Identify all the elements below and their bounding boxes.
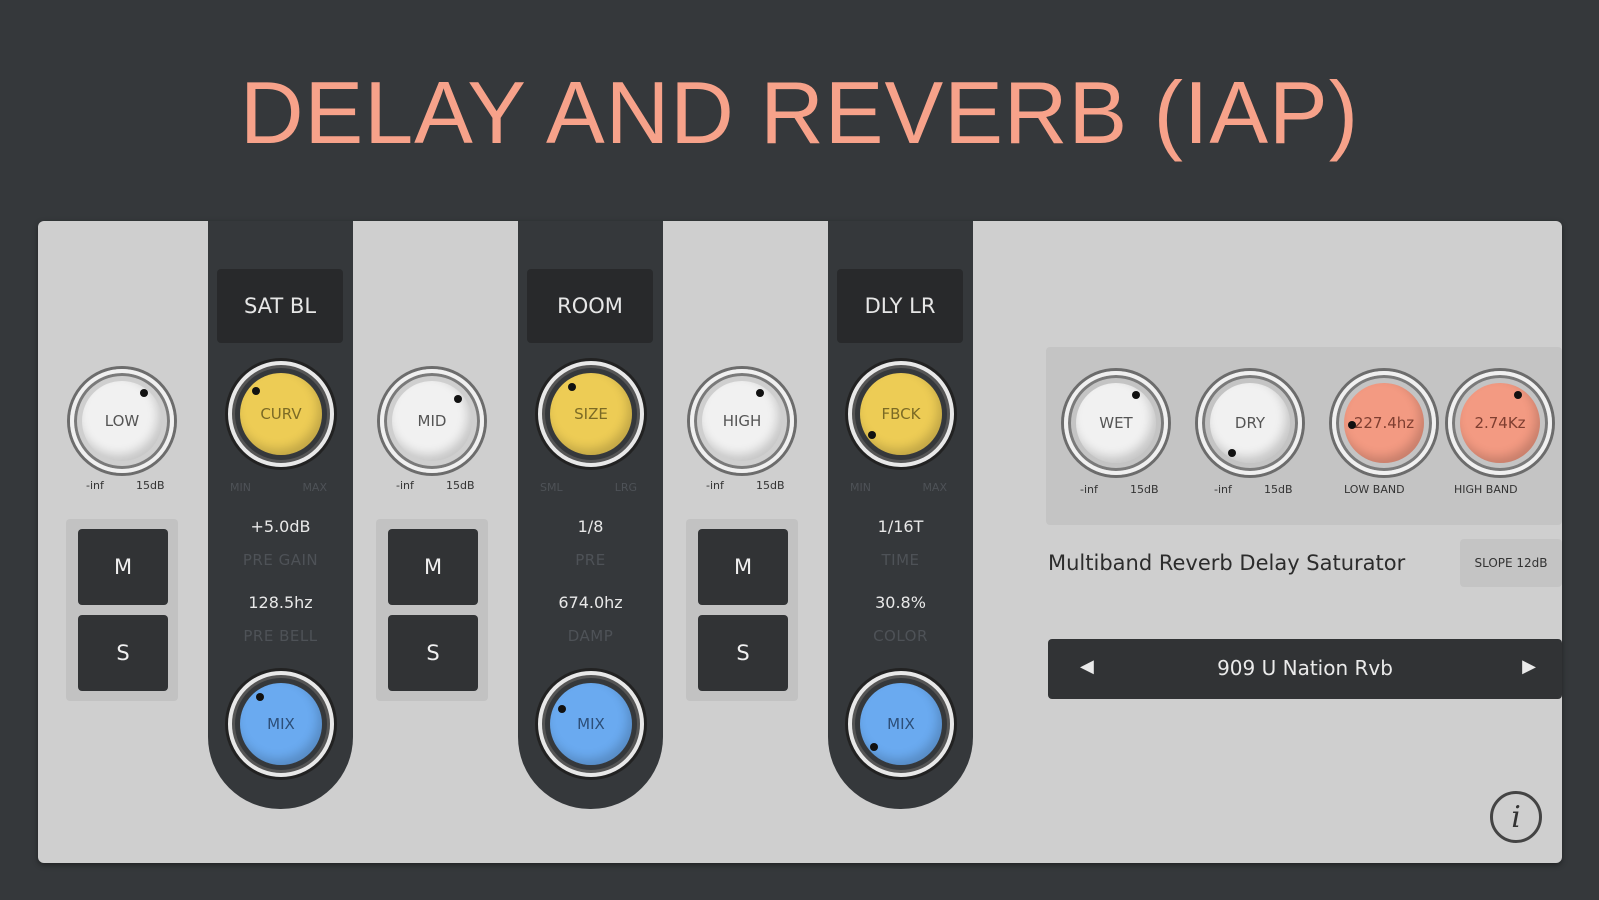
product-name: Multiband Reverb Delay Saturator	[1048, 551, 1406, 575]
feedback-max-label: MAX	[922, 481, 947, 494]
slope-button[interactable]: SLOPE 12dB	[1460, 539, 1562, 587]
next-preset-arrow-icon[interactable]: ▶	[1522, 656, 1536, 677]
knob-indicator	[1132, 391, 1140, 399]
color-value[interactable]: 30.8%	[828, 593, 973, 612]
dry-max-label: 15dB	[1264, 483, 1293, 496]
low-mute-button[interactable]: M	[78, 529, 168, 605]
low-band-caption: LOW BAND	[1344, 483, 1405, 496]
info-icon[interactable]: i	[1490, 791, 1542, 843]
high-mute-button[interactable]: M	[698, 529, 788, 605]
high-solo-button[interactable]: S	[698, 615, 788, 691]
knob-indicator	[252, 387, 260, 395]
curve-max-label: MAX	[302, 481, 327, 494]
pre-delay-caption: PRE	[575, 551, 606, 569]
pre-bell-caption: PRE BELL	[243, 627, 318, 645]
size-max-label: LRG	[614, 481, 637, 494]
low-gain-knob[interactable]: LOW	[70, 369, 174, 473]
saturator-strip: SAT BL CURV MIN MAX +5.0dB PRE GAIN 128.…	[208, 221, 353, 809]
delay-strip: DLY LR FBCK MIN MAX 1/16T TIME 30.8% COL…	[828, 221, 973, 809]
low-solo-button[interactable]: S	[78, 615, 168, 691]
wet-knob[interactable]: WET	[1064, 371, 1168, 475]
reverb-mode-button[interactable]: ROOM	[527, 269, 653, 343]
knob-indicator	[1228, 449, 1236, 457]
high-band-value: 2.74Kz	[1460, 383, 1540, 463]
low-mute-solo-group: M S	[66, 519, 178, 701]
mix-knob-label: MIX	[860, 683, 942, 765]
size-min-label: SML	[540, 481, 563, 494]
knob-indicator	[454, 395, 462, 403]
delay-mode-button[interactable]: DLY LR	[837, 269, 963, 343]
high-mute-solo-group: M S	[686, 519, 798, 701]
dry-min-label: -inf	[1214, 483, 1232, 496]
high-band-caption: HIGH BAND	[1454, 483, 1518, 496]
wet-knob-label: WET	[1076, 383, 1156, 463]
page-title: DELAY AND REVERB (IAP)	[239, 63, 1360, 162]
curve-knob-label: CURV	[240, 373, 322, 455]
delay-time-value[interactable]: 1/16T	[828, 517, 973, 536]
size-knob[interactable]: SIZE	[538, 361, 644, 467]
dry-knob-label: DRY	[1210, 383, 1290, 463]
reverb-mix-knob[interactable]: MIX	[538, 671, 644, 777]
mix-knob-label: MIX	[240, 683, 322, 765]
reverb-strip: ROOM SIZE SML LRG 1/8 PRE 674.0hz DAMP M…	[518, 221, 663, 809]
delay-time-caption: TIME	[881, 551, 920, 569]
low-knob-label: LOW	[82, 381, 162, 461]
mix-knob-label: MIX	[550, 683, 632, 765]
knob-indicator	[256, 693, 264, 701]
low-min-label: -inf	[86, 479, 104, 492]
damp-value[interactable]: 674.0hz	[518, 593, 663, 612]
mid-solo-button[interactable]: S	[388, 615, 478, 691]
low-band-value: 227.4hz	[1344, 383, 1424, 463]
feedback-min-label: MIN	[850, 481, 871, 494]
curve-knob[interactable]: CURV	[228, 361, 334, 467]
high-band-knob[interactable]: 2.74Kz	[1448, 371, 1552, 475]
knob-indicator	[1348, 421, 1356, 429]
pre-delay-value[interactable]: 1/8	[518, 517, 663, 536]
pre-gain-caption: PRE GAIN	[242, 551, 319, 569]
wet-max-label: 15dB	[1130, 483, 1159, 496]
curve-min-label: MIN	[230, 481, 251, 494]
damp-caption: DAMP	[567, 627, 614, 645]
high-knob-label: HIGH	[702, 381, 782, 461]
mid-mute-solo-group: M S	[376, 519, 488, 701]
size-knob-label: SIZE	[550, 373, 632, 455]
feedback-knob[interactable]: FBCK	[848, 361, 954, 467]
high-min-label: -inf	[706, 479, 724, 492]
saturator-mix-knob[interactable]: MIX	[228, 671, 334, 777]
mid-min-label: -inf	[396, 479, 414, 492]
pre-bell-value[interactable]: 128.5hz	[208, 593, 353, 612]
mid-knob-label: MID	[392, 381, 472, 461]
pre-gain-value[interactable]: +5.0dB	[208, 517, 353, 536]
feedback-knob-label: FBCK	[860, 373, 942, 455]
plugin-panel: LOW -inf 15dB M S SAT BL CURV MIN MAX +5…	[38, 221, 1562, 863]
saturator-mode-button[interactable]: SAT BL	[217, 269, 343, 343]
low-max-label: 15dB	[136, 479, 165, 492]
preset-name[interactable]: 909 U Nation Rvb	[1048, 656, 1562, 680]
mid-gain-knob[interactable]: MID	[380, 369, 484, 473]
knob-indicator	[868, 431, 876, 439]
knob-indicator	[140, 389, 148, 397]
mid-mute-button[interactable]: M	[388, 529, 478, 605]
wet-min-label: -inf	[1080, 483, 1098, 496]
color-caption: COLOR	[873, 627, 928, 645]
knob-indicator	[1514, 391, 1522, 399]
mid-max-label: 15dB	[446, 479, 475, 492]
knob-indicator	[568, 383, 576, 391]
output-knob-group: WET -inf 15dB DRY -inf 15dB 227.4hz LOW …	[1046, 347, 1562, 525]
knob-indicator	[558, 705, 566, 713]
high-gain-knob[interactable]: HIGH	[690, 369, 794, 473]
knob-indicator	[756, 389, 764, 397]
low-band-knob[interactable]: 227.4hz	[1332, 371, 1436, 475]
preset-selector: ◀ 909 U Nation Rvb ▶	[1048, 639, 1562, 699]
delay-mix-knob[interactable]: MIX	[848, 671, 954, 777]
knob-indicator	[870, 743, 878, 751]
dry-knob[interactable]: DRY	[1198, 371, 1302, 475]
high-max-label: 15dB	[756, 479, 785, 492]
